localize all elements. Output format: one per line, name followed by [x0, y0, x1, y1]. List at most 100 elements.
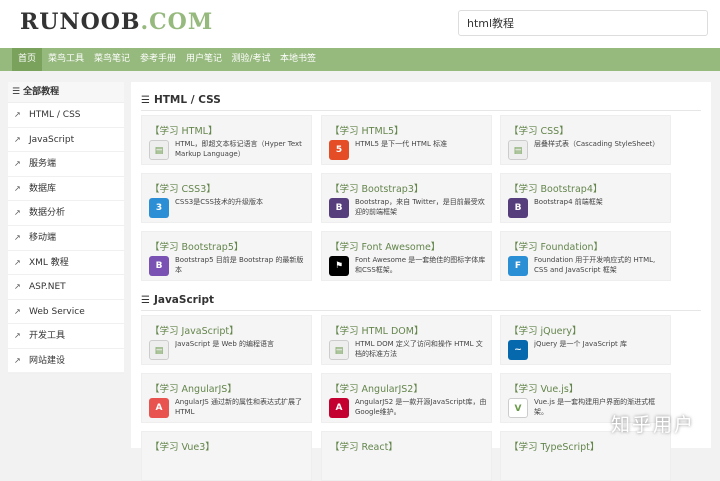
external-link-icon: ↗	[14, 257, 21, 267]
sidebar-item[interactable]: ↗ XML 教程	[8, 251, 124, 276]
sidebar-item-label: JavaScript	[29, 134, 75, 145]
top-nav: 首页 菜鸟工具 菜鸟笔记 参考手册 用户笔记 测验/考试 本地书签	[0, 48, 720, 71]
card-title: 【学习 React】	[330, 442, 398, 453]
nav-reference[interactable]: 参考手册	[137, 48, 179, 71]
sidebar-item[interactable]: ↗ ASP.NET	[8, 275, 124, 300]
tutorial-card[interactable]: 【学习 JavaScript】 ▤ JavaScript 是 Web 的编程语言	[141, 315, 312, 365]
tutorial-card[interactable]: 【学习 CSS3】 3 CSS3是CSS技术的升级版本	[141, 173, 312, 223]
card-title: 【学习 TypeScript】	[509, 442, 600, 453]
external-link-icon: ↗	[14, 355, 21, 365]
external-link-icon: ↗	[14, 232, 21, 242]
card-description: Bootstrap，来自 Twitter，是目前最受欢迎的前端框架	[355, 198, 485, 216]
css3-icon: 3	[149, 198, 169, 218]
nav-bookmarks[interactable]: 本地书签	[277, 48, 319, 71]
vue-icon: V	[508, 398, 528, 418]
list-icon: ☰	[141, 295, 150, 306]
tutorial-card[interactable]: 【学习 React】	[321, 431, 492, 481]
sidebar-item[interactable]: ↗ 网站建设	[8, 349, 124, 374]
sidebar: ☰ 全部教程 ↗ HTML / CSS ↗ JavaScript ↗ 服务端 ↗ 数据库 ↗ 数据分…	[8, 82, 124, 374]
card-description: HTML5 是下一代 HTML 标准	[355, 140, 448, 148]
sidebar-item[interactable]: ↗ JavaScript	[8, 128, 124, 153]
nav-quiz[interactable]: 测验/考试	[229, 48, 273, 71]
tutorial-card[interactable]: 【学习 AngularJS】 A AngularJS 通过新的属性和表达式扩展了 H…	[141, 373, 312, 423]
tutorial-card[interactable]: 【学习 TypeScript】	[500, 431, 671, 481]
tutorial-card[interactable]: 【学习 AngularJS2】 A AngularJS2 是一款开源JavaScri…	[321, 373, 492, 423]
nav-tools[interactable]: 菜鸟工具	[45, 48, 87, 71]
card-title: 【学习 JavaScript】	[150, 326, 239, 337]
tutorial-card[interactable]: 【学习 jQuery】 ~ jQuery 是一个 JavaScript 库	[500, 315, 671, 365]
card-title: 【学习 Vue.js】	[509, 384, 579, 395]
sidebar-header: ☰ 全部教程	[8, 82, 124, 103]
card-title: 【学习 CSS3】	[150, 184, 216, 195]
sidebar-item-label: HTML / CSS	[29, 110, 81, 120]
external-link-icon: ↗	[14, 183, 21, 193]
external-link-icon: ↗	[14, 134, 21, 144]
site-logo[interactable]: RUNOOB.COM	[20, 9, 213, 35]
logo-text-suffix: .COM	[140, 9, 214, 35]
sidebar-item[interactable]: ↗ 开发工具	[8, 324, 124, 349]
dom-doc-icon: ▤	[329, 340, 349, 360]
card-title: 【学习 HTML5】	[330, 126, 404, 137]
sidebar-item-label: 移动端	[29, 232, 57, 243]
tutorial-card[interactable]: 【学习 HTML DOM】 ▤ HTML DOM 定义了访问和操作 HTML 文档的…	[321, 315, 492, 365]
card-title: 【学习 jQuery】	[509, 326, 582, 337]
sidebar-item[interactable]: ↗ 移动端	[8, 226, 124, 251]
sidebar-item-label: 数据分析	[29, 208, 66, 219]
tutorial-card[interactable]: 【学习 Bootstrap5】 B Bootstrap5 目前是 Bootstrap…	[141, 231, 312, 281]
tutorial-card[interactable]: 【学习 HTML】 ▤ HTML，即超文本标记语言（Hyper Text Marku…	[141, 115, 312, 165]
bootstrap-icon: B	[508, 198, 528, 218]
sidebar-item[interactable]: ↗ 服务端	[8, 152, 124, 177]
sidebar-item-label: XML 教程	[29, 257, 69, 268]
card-description: Bootstrap4 前端框架	[534, 198, 603, 206]
nav-user-notes[interactable]: 用户笔记	[183, 48, 225, 71]
tutorial-card[interactable]: 【学习 Vue3】	[141, 431, 312, 481]
card-description: Bootstrap5 目前是 Bootstrap 的最新版本	[175, 256, 304, 274]
watermark: 知乎用户	[611, 414, 696, 436]
tutorial-card[interactable]: 【学习 CSS】 ▤ 层叠样式表（Cascading StyleSheet）	[500, 115, 671, 165]
sidebar-item-label: 开发工具	[29, 331, 66, 342]
angularjs2-icon: A	[329, 398, 349, 418]
sidebar-item[interactable]: ↗ Web Service	[8, 300, 124, 325]
foundation-icon: F	[508, 256, 528, 276]
nav-notes[interactable]: 菜鸟笔记	[91, 48, 133, 71]
sidebar-item[interactable]: ↗ HTML / CSS	[8, 103, 124, 128]
sidebar-header-label: 全部教程	[23, 87, 60, 97]
nav-home[interactable]: 首页	[12, 48, 42, 71]
tutorial-card[interactable]: 【学习 HTML5】 5 HTML5 是下一代 HTML 标准	[321, 115, 492, 165]
html-doc-icon: ▤	[149, 140, 169, 160]
angularjs-icon: A	[149, 398, 169, 418]
card-description: JavaScript 是 Web 的编程语言	[175, 340, 275, 348]
jquery-icon: ~	[508, 340, 528, 360]
card-description: HTML，即超文本标记语言（Hyper Text Markup Language…	[175, 140, 302, 158]
sidebar-item-label: ASP.NET	[29, 282, 66, 293]
sidebar-item[interactable]: ↗ 数据库	[8, 177, 124, 202]
tutorial-card[interactable]: 【学习 Bootstrap3】 B Bootstrap，来自 Twitter，是目前…	[321, 173, 492, 223]
search-input[interactable]	[458, 10, 708, 36]
external-link-icon: ↗	[14, 331, 21, 341]
external-link-icon: ↗	[14, 110, 21, 119]
card-title: 【学习 Vue3】	[150, 442, 215, 453]
card-title: 【学习 AngularJS】	[150, 384, 237, 395]
section-title-label: HTML / CSS	[153, 94, 221, 106]
section-title: ☰ JavaScript	[141, 294, 214, 306]
card-description: Foundation 用于开发响应式的 HTML, CSS and JavaSc…	[534, 256, 656, 274]
list-icon: ☰	[141, 95, 150, 106]
sidebar-item[interactable]: ↗ 数据分析	[8, 201, 124, 226]
card-title: 【学习 Bootstrap3】	[330, 184, 424, 195]
external-link-icon: ↗	[14, 282, 21, 292]
sidebar-item-label: 服务端	[29, 159, 57, 170]
tutorial-card[interactable]: 【学习 Font Awesome】 ⚑ Font Awesome 是一套绝佳的图标字…	[321, 231, 492, 281]
card-title: 【学习 Foundation】	[509, 242, 604, 253]
list-icon: ☰	[12, 87, 21, 97]
html5-icon: 5	[329, 140, 349, 160]
section-divider	[141, 310, 701, 311]
section-title: ☰ HTML / CSS	[141, 94, 221, 106]
tutorial-card[interactable]: 【学习 Foundation】 F Foundation 用于开发响应式的 HTML…	[500, 231, 671, 281]
external-link-icon: ↗	[14, 159, 21, 169]
card-title: 【学习 AngularJS2】	[330, 384, 423, 395]
tutorial-card[interactable]: 【学习 Bootstrap4】 B Bootstrap4 前端框架	[500, 173, 671, 223]
card-title: 【学习 HTML】	[150, 126, 218, 137]
sidebar-item-label: 网站建设	[29, 355, 66, 366]
card-title: 【学习 HTML DOM】	[330, 326, 424, 337]
sidebar-item-label: 数据库	[29, 183, 57, 194]
